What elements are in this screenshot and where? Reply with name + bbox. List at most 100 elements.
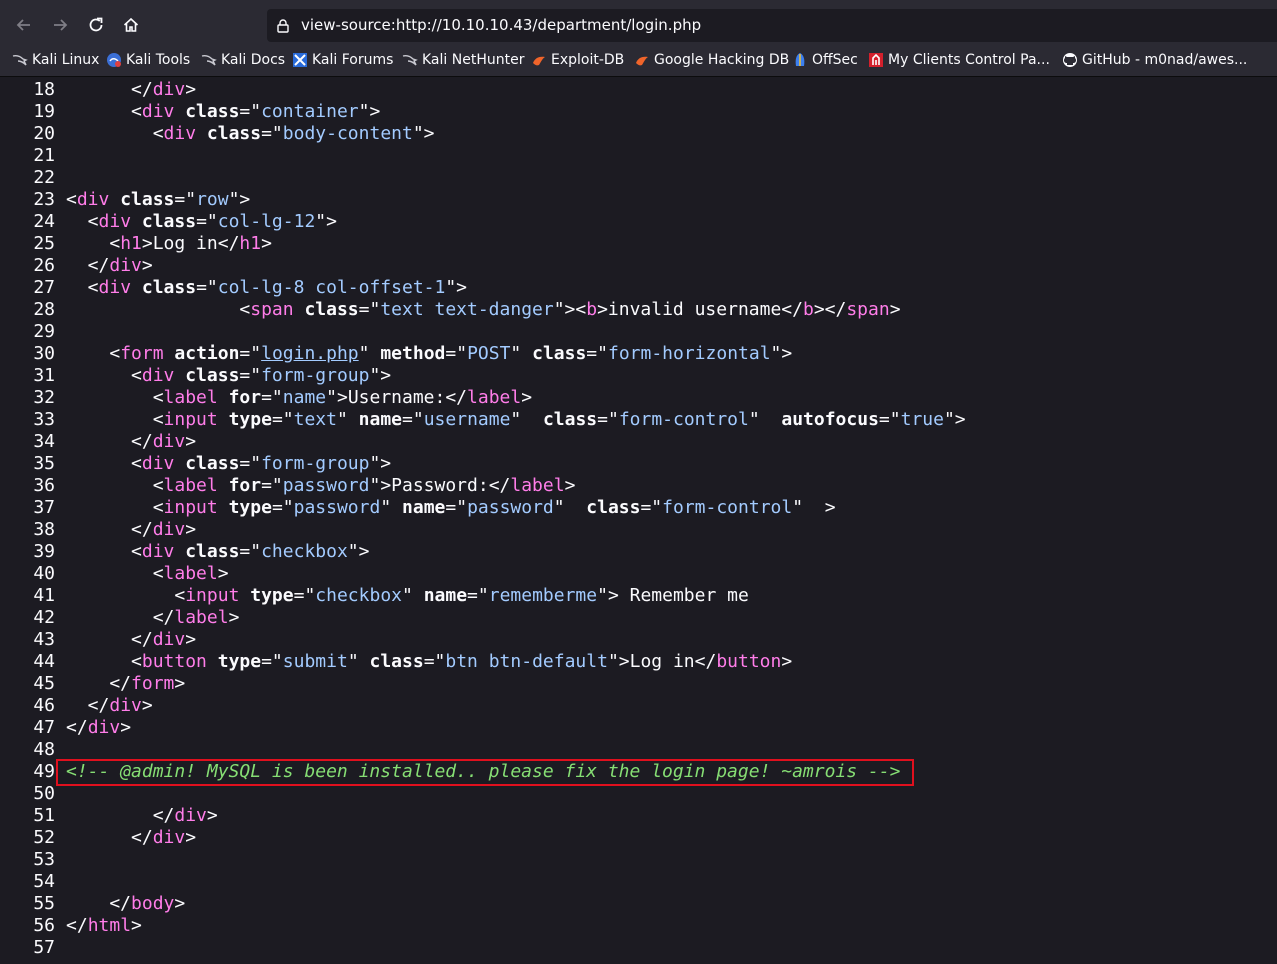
bookmark-github[interactable]: GitHub - m0nad/awes... xyxy=(1062,44,1247,76)
line-number: 53 xyxy=(33,849,55,870)
back-button[interactable] xyxy=(10,12,38,38)
line-number: 37 xyxy=(33,497,55,518)
bookmark-label: Kali Linux xyxy=(32,52,100,68)
code-text: <form action="login.php" method="POST" c… xyxy=(66,343,793,364)
line-number: 54 xyxy=(33,871,55,892)
line-number: 52 xyxy=(33,827,55,848)
line-number: 24 xyxy=(33,211,55,232)
bookmark-exploit-db[interactable]: Exploit-DB xyxy=(531,44,624,76)
clients-icon xyxy=(869,53,883,67)
bookmark-label: Kali Tools xyxy=(126,52,191,68)
bookmark-label: Kali Forums xyxy=(312,52,394,68)
forward-button[interactable] xyxy=(46,12,74,38)
exploit-db-icon xyxy=(533,56,545,66)
code-text: </div> xyxy=(66,695,153,716)
code-text: <div class="col-lg-8 col-offset-1"> xyxy=(66,277,468,298)
bookmark-my-clients[interactable]: My Clients Control Pa... xyxy=(868,44,1050,76)
forward-arrow-icon xyxy=(54,19,68,31)
highlight-box xyxy=(56,759,914,786)
code-text: </div> xyxy=(66,827,197,848)
bookmark-label: Kali NetHunter xyxy=(422,52,525,68)
home-button[interactable] xyxy=(117,12,145,38)
code-text: </div> xyxy=(66,805,218,826)
line-number: 50 xyxy=(33,783,55,804)
code-text: <div class="form-group"> xyxy=(66,453,392,474)
bookmark-label: Kali Docs xyxy=(221,52,286,68)
kali-dragon-icon xyxy=(201,54,217,66)
reload-button[interactable] xyxy=(82,12,110,38)
bookmark-offsec[interactable]: OffSec xyxy=(792,44,858,76)
bookmark-label: Exploit-DB xyxy=(551,52,625,68)
code-text: <label for="password">Password:</label> xyxy=(66,475,576,496)
code-text: </div> xyxy=(66,717,132,738)
bookmark-kali-nethunter[interactable]: Kali NetHunter xyxy=(402,44,524,76)
offsec-icon xyxy=(795,53,805,66)
line-number: 43 xyxy=(33,629,55,650)
bookmark-label: OffSec xyxy=(812,52,858,68)
back-arrow-icon xyxy=(16,19,30,31)
browser-toolbar: view-source:http://10.10.10.43/departmen… xyxy=(0,6,1277,44)
line-number: 27 xyxy=(33,277,55,298)
bookmark-label: GitHub - m0nad/awes... xyxy=(1082,52,1248,68)
line-number: 45 xyxy=(33,673,55,694)
line-number: 26 xyxy=(33,255,55,276)
line-number: 22 xyxy=(33,167,55,188)
address-bar[interactable]: view-source:http://10.10.10.43/departmen… xyxy=(267,9,1277,42)
line-number: 51 xyxy=(33,805,55,826)
line-number: 47 xyxy=(33,717,55,738)
code-text: <div class="checkbox"> xyxy=(66,541,370,562)
code-text: <div class="col-lg-12"> xyxy=(66,211,337,232)
line-number: 46 xyxy=(33,695,55,716)
code-text: <input type="checkbox" name="rememberme"… xyxy=(66,585,749,606)
code-text: <label> xyxy=(66,563,229,584)
code-text: </body> xyxy=(66,893,186,914)
code-text: <div class="body-content"> xyxy=(66,123,435,144)
bookmark-kali-tools[interactable]: Kali Tools xyxy=(106,44,190,76)
bookmark-kali-docs[interactable]: Kali Docs xyxy=(201,44,285,76)
bookmark-google-hacking-db[interactable]: Google Hacking DB xyxy=(634,44,789,76)
code-text: </div> xyxy=(66,519,197,540)
line-number: 32 xyxy=(33,387,55,408)
kali-dragon-icon xyxy=(402,54,418,66)
line-number: 39 xyxy=(33,541,55,562)
line-number: 23 xyxy=(33,189,55,210)
code-text: </label> xyxy=(66,607,240,628)
line-number: 29 xyxy=(33,321,55,342)
bookmark-kali-forums[interactable]: Kali Forums xyxy=(292,44,393,76)
line-number: 31 xyxy=(33,365,55,386)
code-text: <h1>Log in</h1> xyxy=(66,233,272,254)
bookmark-kali-linux[interactable]: Kali Linux xyxy=(12,44,99,76)
line-number: 49 xyxy=(33,761,55,782)
code-text: <span class="text text-danger"><b>invali… xyxy=(66,299,901,320)
line-number: 41 xyxy=(33,585,55,606)
github-icon xyxy=(1063,53,1077,67)
line-number: 28 xyxy=(33,299,55,320)
code-text: </html> xyxy=(66,915,142,936)
bookmark-label: My Clients Control Pa... xyxy=(888,52,1050,68)
code-text: </div> xyxy=(66,79,197,100)
bookmark-label: Google Hacking DB xyxy=(654,52,790,68)
home-icon xyxy=(123,17,139,32)
code-text: <input type="password" name="password" c… xyxy=(66,497,836,518)
line-number: 30 xyxy=(33,343,55,364)
view-source-content: 18 </div> 19 <div class="container"> 20 … xyxy=(0,77,1277,964)
login-php-link[interactable]: login.php xyxy=(261,343,359,364)
line-number: 35 xyxy=(33,453,55,474)
line-number: 48 xyxy=(33,739,55,760)
line-number: 33 xyxy=(33,409,55,430)
line-number: 18 xyxy=(33,79,55,100)
line-number: 55 xyxy=(33,893,55,914)
line-number: 36 xyxy=(33,475,55,496)
code-text: <div class="form-group"> xyxy=(66,365,392,386)
code-text: </div> xyxy=(66,431,197,452)
line-number: 19 xyxy=(33,101,55,122)
url-text[interactable]: view-source:http://10.10.10.43/departmen… xyxy=(301,9,701,42)
line-number: 56 xyxy=(33,915,55,936)
code-text: <label for="name">Username:</label> xyxy=(66,387,533,408)
code-text: <button type="submit" class="btn btn-def… xyxy=(66,651,793,672)
code-text: <div class="container"> xyxy=(66,101,381,122)
line-number: 44 xyxy=(33,651,55,672)
page-info-icon[interactable] xyxy=(275,18,291,34)
ghdb-icon xyxy=(636,56,648,66)
line-number: 57 xyxy=(33,937,55,958)
